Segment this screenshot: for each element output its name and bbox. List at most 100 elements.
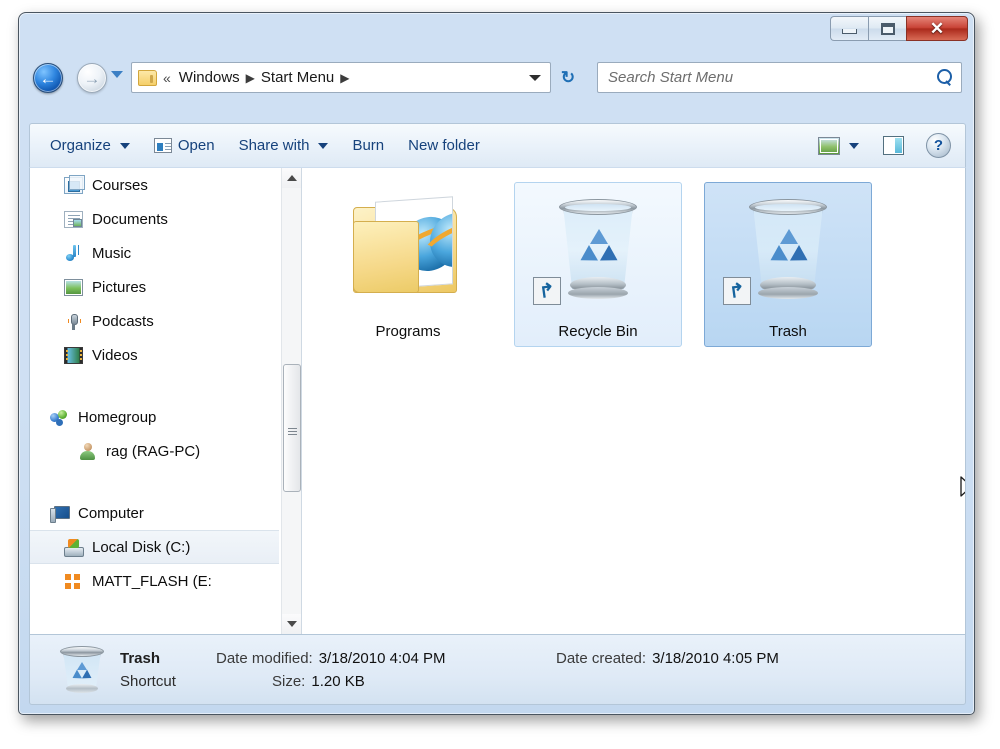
podcasts-icon: [64, 313, 83, 330]
file-list-pane[interactable]: Programs ↱ Recycle Bin ↱ Trash: [301, 168, 965, 634]
search-icon[interactable]: [936, 69, 953, 86]
close-button[interactable]: ✕: [906, 16, 968, 41]
open-label: Open: [177, 137, 215, 154]
sidebar-item-label: Computer: [78, 504, 144, 522]
change-view-button[interactable]: [806, 131, 871, 161]
search-input[interactable]: [608, 69, 936, 86]
sidebar-item-pictures[interactable]: Pictures: [30, 270, 279, 304]
breadcrumb-address-bar[interactable]: « Windows ▶ Start Menu ▶: [131, 62, 551, 93]
chevron-down-icon[interactable]: [849, 142, 859, 149]
breadcrumb-separator-icon[interactable]: ▶: [244, 71, 257, 85]
file-item-label: Recycle Bin: [558, 323, 638, 340]
chevron-down-icon: [119, 142, 130, 149]
sidebar-item-label: MATT_FLASH (E:: [92, 572, 212, 590]
pictures-icon: [64, 278, 83, 296]
explorer-window: ✕ ← → « Windows ▶ Start Menu ▶ ↻ Search …: [18, 12, 975, 715]
back-button[interactable]: ←: [33, 63, 63, 93]
recent-pages-dropdown[interactable]: [111, 71, 123, 78]
preview-pane-icon: [883, 136, 904, 155]
forward-button[interactable]: →: [77, 63, 107, 93]
videos-icon: [64, 346, 83, 364]
close-icon: ✕: [929, 19, 945, 38]
breadcrumb-windows[interactable]: Windows: [175, 69, 244, 86]
navigation-pane-scrollbar[interactable]: [281, 168, 301, 634]
open-window-icon: [153, 138, 172, 153]
hard-disk-icon: [64, 538, 84, 557]
sidebar-item-label: Videos: [92, 346, 138, 364]
file-item-recycle-bin[interactable]: ↱ Recycle Bin: [514, 182, 682, 347]
maximize-button[interactable]: [868, 16, 906, 41]
navigation-pane: Courses Documents Music Pictures Podcast…: [30, 168, 301, 634]
burn-button[interactable]: Burn: [340, 131, 396, 161]
explorer-body: Courses Documents Music Pictures Podcast…: [29, 167, 966, 635]
address-toolbar: ← → « Windows ▶ Start Menu ▶ ↻: [19, 53, 974, 101]
sidebar-item-label: Pictures: [92, 278, 147, 296]
change-view-icon: [818, 136, 840, 155]
folder-icon: [138, 69, 157, 86]
open-button[interactable]: Open: [142, 131, 227, 161]
chevron-up-icon: [287, 175, 297, 181]
file-item-trash[interactable]: ↱ Trash: [704, 182, 872, 347]
sidebar-item-computer[interactable]: Computer: [30, 496, 279, 530]
chevron-down-icon[interactable]: [524, 64, 546, 91]
share-with-button[interactable]: Share with: [227, 131, 341, 161]
window-controls: ✕: [830, 16, 968, 41]
sidebar-item-homegroup[interactable]: Homegroup: [30, 400, 279, 434]
sidebar-item-music[interactable]: Music: [30, 236, 279, 270]
sidebar-item-matt-flash-e[interactable]: MATT_FLASH (E:: [30, 564, 279, 598]
details-row-secondary: Shortcut Size: 1.20 KB: [120, 673, 949, 690]
new-folder-button[interactable]: New folder: [396, 131, 492, 161]
chevron-down-icon: [287, 621, 297, 627]
scrollbar-thumb[interactable]: [283, 364, 301, 492]
refresh-button[interactable]: ↻: [553, 62, 583, 93]
minimize-icon: [842, 28, 857, 34]
search-box[interactable]: [597, 62, 962, 93]
file-grid: Programs ↱ Recycle Bin ↱ Trash: [324, 182, 965, 347]
forward-arrow-icon: →: [83, 68, 101, 88]
breadcrumb-separator-icon[interactable]: ▶: [338, 71, 351, 85]
new-folder-label: New folder: [408, 137, 480, 154]
flash-drive-icon: [64, 573, 83, 590]
preview-pane-button[interactable]: [871, 131, 916, 161]
details-pane: Trash Date modified: 3/18/2010 4:04 PM D…: [29, 635, 966, 705]
shortcut-overlay-icon: ↱: [533, 277, 561, 305]
shortcut-overlay-icon: ↱: [723, 277, 751, 305]
breadcrumb-overflow-chevrons[interactable]: «: [157, 70, 175, 86]
organize-button[interactable]: Organize: [38, 131, 142, 161]
file-item-programs[interactable]: Programs: [324, 182, 492, 347]
minimize-button[interactable]: [830, 16, 868, 41]
burn-label: Burn: [352, 137, 385, 154]
organize-label: Organize: [50, 137, 111, 154]
scroll-down-button[interactable]: [282, 614, 301, 634]
navigation-tree: Courses Documents Music Pictures Podcast…: [30, 168, 279, 598]
share-with-label: Share with: [238, 137, 310, 154]
sidebar-item-local-disk-c[interactable]: Local Disk (C:): [30, 530, 279, 564]
navigation-group-divider: [30, 468, 279, 496]
folder-internet-explorer-icon: [343, 191, 473, 319]
help-button[interactable]: ?: [926, 133, 951, 158]
title-bar: ✕: [19, 13, 974, 53]
sidebar-item-label: Podcasts: [92, 312, 154, 330]
question-mark-icon: ?: [933, 137, 944, 154]
chevron-down-icon: [318, 142, 329, 149]
breadcrumb-start-menu[interactable]: Start Menu: [257, 69, 338, 86]
sidebar-item-rag-ragpc[interactable]: rag (RAG-PC): [30, 434, 279, 468]
recycle-bin-icon: ↱: [723, 191, 853, 319]
music-icon: [64, 244, 83, 262]
file-item-label: Trash: [769, 323, 807, 340]
details-size-label: Size:: [272, 672, 306, 690]
refresh-icon: ↻: [560, 67, 576, 87]
mouse-cursor-icon: [960, 476, 965, 497]
sidebar-item-label: Documents: [92, 210, 168, 228]
details-date-created-label: Date created:: [556, 649, 647, 667]
sidebar-item-courses[interactable]: Courses: [30, 168, 279, 202]
recycle-bin-icon: [60, 644, 104, 696]
sidebar-item-label: Music: [92, 244, 132, 262]
sidebar-item-podcasts[interactable]: Podcasts: [30, 304, 279, 338]
scroll-up-button[interactable]: [282, 168, 301, 188]
details-text-block: Trash Date modified: 3/18/2010 4:04 PM D…: [120, 650, 949, 690]
file-item-label: Programs: [375, 323, 441, 340]
sidebar-item-documents[interactable]: Documents: [30, 202, 279, 236]
details-date-created-value: 3/18/2010 4:05 PM: [652, 649, 779, 667]
sidebar-item-videos[interactable]: Videos: [30, 338, 279, 372]
